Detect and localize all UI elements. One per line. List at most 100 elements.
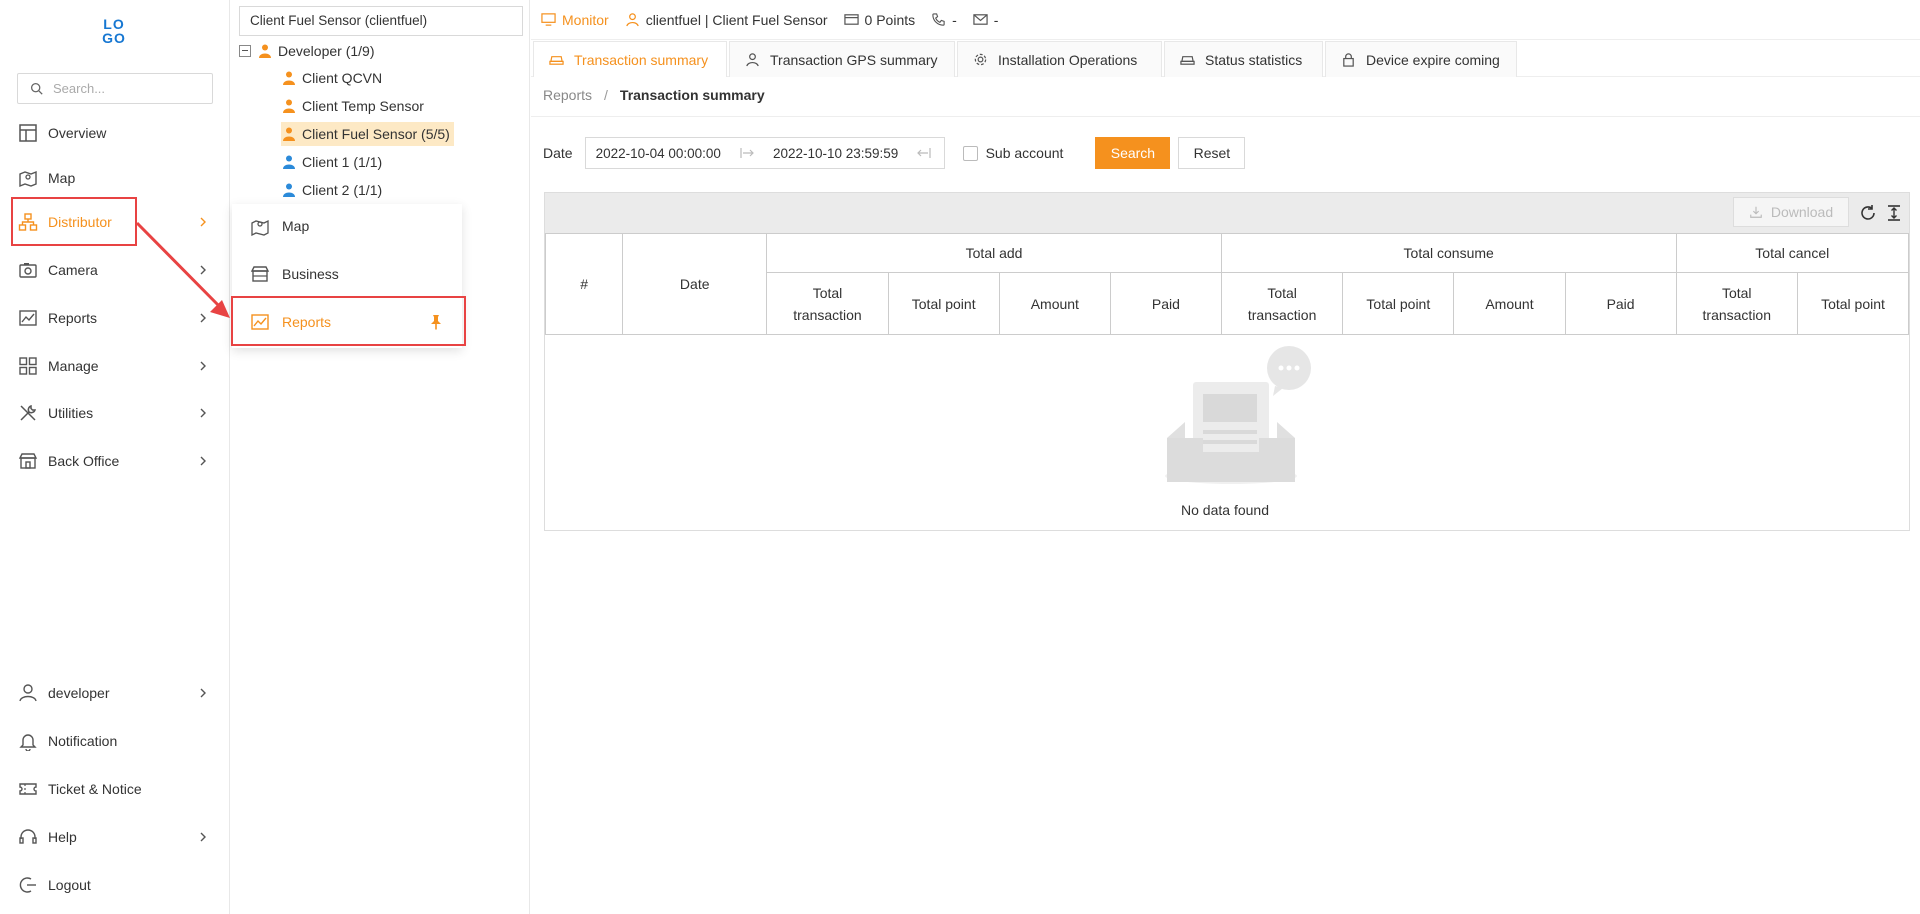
store-icon <box>250 266 270 282</box>
tab-transaction-gps-summary[interactable]: Transaction GPS summary <box>729 41 955 77</box>
phone-value: - <box>952 11 957 28</box>
user-orange-icon <box>283 71 295 85</box>
user-blue-icon <box>283 155 295 169</box>
empty-inbox-icon <box>1165 346 1311 484</box>
col-add-total-point[interactable]: Total point <box>887 272 1000 335</box>
chevron-right-icon <box>200 832 206 842</box>
nav-back-office[interactable]: Back Office <box>0 443 229 479</box>
account-select[interactable]: Client Fuel Sensor (clientfuel) <box>239 6 523 36</box>
tree-item[interactable]: Client 2 (1/1) <box>281 178 382 202</box>
nav-help[interactable]: Help <box>0 819 229 855</box>
arrow-right-icon <box>740 148 754 158</box>
tab-device-expire-coming[interactable]: Device expire coming <box>1325 41 1517 77</box>
sub-account-label: Sub account <box>985 145 1064 161</box>
flyout-item-map[interactable]: Map <box>232 206 462 246</box>
col-consume-total-point[interactable]: Total point <box>1342 272 1455 335</box>
nav-label: Map <box>48 170 76 186</box>
user-label: clientfuel | Client Fuel Sensor <box>645 11 828 28</box>
col-index[interactable]: # <box>544 233 624 335</box>
nav-reports[interactable]: Reports <box>0 300 229 336</box>
tab-label: Status statistics <box>1205 51 1303 68</box>
nav-camera[interactable]: Camera <box>0 252 229 288</box>
layout-icon <box>19 124 37 142</box>
filter-bar: Date 2022-10-04 00:00:00 2022-10-10 23:5… <box>543 137 1246 169</box>
col-add-total-transaction[interactable]: Total transaction <box>766 272 889 335</box>
col-cancel-total-point[interactable]: Total point <box>1797 272 1909 335</box>
tree-item-selected[interactable]: Client Fuel Sensor (5/5) <box>281 122 454 146</box>
email: - <box>973 12 998 28</box>
breadcrumb-root[interactable]: Reports <box>543 87 592 103</box>
nav-label: Logout <box>48 877 91 893</box>
wallet-icon <box>843 14 859 25</box>
tab-status-statistics[interactable]: Status statistics <box>1164 41 1323 77</box>
nav-label: developer <box>48 685 110 701</box>
tab-installation-operations[interactable]: Installation Operations <box>957 41 1162 77</box>
checkbox-box[interactable] <box>962 145 978 161</box>
col-add-paid[interactable]: Paid <box>1110 272 1222 335</box>
col-consume-total-transaction[interactable]: Total transaction <box>1220 272 1344 335</box>
tree-item[interactable]: Client QCVN <box>281 66 382 90</box>
date-label: Date <box>543 145 573 161</box>
sub-account-checkbox[interactable]: Sub account <box>962 145 1064 161</box>
tree-item[interactable]: Client 1 (1/1) <box>281 150 382 174</box>
nav-manage[interactable]: Manage <box>0 348 229 384</box>
date-start[interactable]: 2022-10-04 00:00:00 <box>596 146 721 161</box>
download-button[interactable]: Download <box>1733 197 1849 227</box>
sidebar-search[interactable] <box>17 73 213 104</box>
flyout-label: Map <box>282 218 310 234</box>
store-icon <box>18 453 38 469</box>
col-cancel-total-transaction[interactable]: Total transaction <box>1675 272 1799 335</box>
date-end[interactable]: 2022-10-10 23:59:59 <box>773 146 898 161</box>
nav-label: Help <box>48 829 77 845</box>
sidebar-search-input[interactable] <box>53 81 203 96</box>
nav-notification[interactable]: Notification <box>0 723 229 759</box>
flyout-item-business[interactable]: Business <box>232 254 462 294</box>
logo[interactable]: LO GO <box>98 16 130 48</box>
breadcrumb-separator: / <box>604 87 608 103</box>
nav-utilities[interactable]: Utilities <box>0 395 229 431</box>
date-range-picker[interactable]: 2022-10-04 00:00:00 2022-10-10 23:59:59 <box>584 137 945 169</box>
reset-button[interactable]: Reset <box>1178 137 1246 169</box>
report-grid: Download # Date Total add Total consume … <box>544 192 1910 531</box>
mail-icon <box>973 14 988 25</box>
column-height-icon[interactable] <box>1885 204 1903 222</box>
tree-root-developer[interactable]: Developer (1/9) <box>239 39 375 63</box>
group-total-consume: Total consume <box>1220 233 1677 273</box>
headset-icon <box>19 829 37 844</box>
grid-toolbar: Download <box>545 193 1909 233</box>
chevron-right-icon <box>200 688 206 698</box>
map-pin-icon <box>251 219 269 236</box>
search-button[interactable]: Search <box>1095 137 1171 169</box>
nav-user-developer[interactable]: developer <box>0 675 229 711</box>
header-row-groups: # Date Total add Total consume Total can… <box>544 233 1910 335</box>
grid-icon <box>19 357 37 375</box>
nav-label: Ticket & Notice <box>48 781 142 797</box>
nav-overview[interactable]: Overview <box>0 115 229 151</box>
nav-label: Utilities <box>48 405 94 421</box>
bell-icon <box>19 734 37 751</box>
monitor-link[interactable]: Monitor <box>541 12 609 28</box>
download-label: Download <box>1770 204 1834 220</box>
tree-item[interactable]: Client Temp Sensor <box>281 94 424 118</box>
current-user[interactable]: clientfuel | Client Fuel Sensor <box>625 12 828 28</box>
collapse-icon[interactable] <box>239 45 251 57</box>
nav-logout[interactable]: Logout <box>0 867 229 903</box>
col-consume-amount[interactable]: Amount <box>1453 272 1566 335</box>
sidebar: LO GO Overview Map Distributor Camera Re… <box>0 0 230 914</box>
chevron-right-icon <box>200 265 206 275</box>
tree-label: Client Fuel Sensor (5/5) <box>302 126 450 142</box>
nav-label: Back Office <box>48 453 120 469</box>
col-date[interactable]: Date <box>622 233 768 335</box>
refresh-icon[interactable] <box>1859 204 1877 222</box>
chevron-right-icon <box>200 408 206 418</box>
nav-map[interactable]: Map <box>0 160 229 196</box>
tab-transaction-summary[interactable]: Transaction summary <box>533 41 727 77</box>
col-add-amount[interactable]: Amount <box>998 272 1112 335</box>
nav-label: Reports <box>48 310 98 326</box>
nav-ticket-notice[interactable]: Ticket & Notice <box>0 771 229 807</box>
nav-label: Notification <box>48 733 118 749</box>
col-consume-paid[interactable]: Paid <box>1564 272 1677 335</box>
group-total-cancel: Total cancel <box>1675 233 1910 273</box>
flyout-label: Business <box>282 266 339 282</box>
nav-label: Camera <box>48 262 98 278</box>
